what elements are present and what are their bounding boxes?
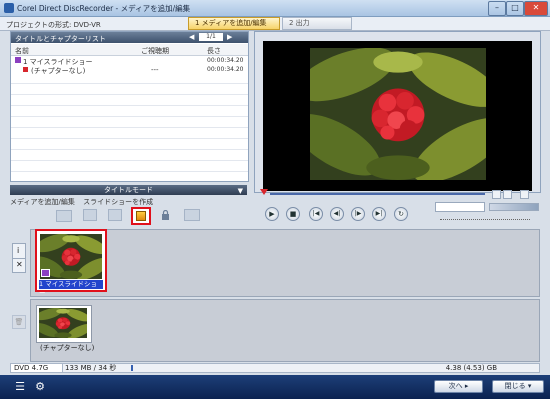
tab-output[interactable]: 2 出力 [282, 17, 352, 30]
divider [11, 160, 248, 161]
footer-bar: ☰ ⚙ 次へ ▸ 閉じる ▾ [0, 375, 550, 399]
divider [11, 127, 248, 128]
play-icon[interactable]: ▶ [265, 207, 279, 221]
disc-free: 4.38 (4.53) GB [445, 364, 497, 372]
slideshow-label: スライドショーを作成 [83, 198, 154, 206]
prev-icon[interactable]: |◀ [309, 207, 323, 221]
trash-icon[interactable]: 🗑 [12, 315, 26, 329]
add-photo-icon[interactable] [83, 209, 97, 221]
title-mode-label: タイトルモード [104, 186, 153, 194]
stop-icon[interactable]: ■ [286, 207, 300, 221]
disc-used: 133 MB / 34 秒 [65, 364, 117, 372]
settings-tool-icon[interactable] [184, 209, 200, 221]
close-label: 閉じる [504, 382, 526, 390]
lock-icon[interactable] [161, 209, 170, 220]
usage-fill [131, 365, 133, 371]
step-bar: プロジェクトの形式: DVD-VR 1 メディアを追加/編集 2 出力 [0, 17, 550, 31]
app-icon [4, 3, 14, 13]
close-app-button[interactable]: 閉じる ▾ [492, 380, 544, 393]
mark-in-button[interactable] [492, 190, 501, 199]
divider [11, 94, 248, 95]
volume-slider[interactable] [489, 203, 539, 211]
next-icon[interactable]: ▶| [372, 207, 386, 221]
settings-icon[interactable]: ⚙ [33, 380, 47, 393]
forward-icon[interactable]: |▶ [351, 207, 365, 221]
zoom-scale[interactable] [440, 214, 530, 220]
video-preview [263, 41, 532, 191]
chapter-track[interactable] [30, 299, 540, 362]
column-name: 名前 [15, 47, 29, 55]
column-chapter: ご視聴期 [141, 47, 169, 55]
delete-icon[interactable]: ✕ [16, 260, 23, 269]
slideshow-icon [15, 57, 21, 63]
chapter-icon [23, 67, 28, 72]
divider [11, 149, 248, 150]
next-button[interactable]: 次へ ▸ [434, 380, 483, 393]
list-icon[interactable]: ☰ [13, 380, 27, 393]
info-icon[interactable]: i [17, 246, 19, 255]
split-button[interactable] [520, 190, 529, 199]
disc-usage-bar: DVD 4.7G 133 MB / 34 秒 4.38 (4.53) GB [10, 363, 540, 373]
title-bar: Corel Direct DiscRecorder - メディアを追加/編集 –… [0, 0, 550, 17]
page-indicator: 1/1 [199, 33, 223, 41]
slide-caption: 1 マイスライドショー [39, 280, 103, 297]
divider [11, 116, 248, 117]
create-slideshow-icon[interactable] [108, 209, 122, 221]
title-chapter-list: タイトルとチャプターリスト ◀ 1/1 ▶ 名前 ご視聴期 長さ 1 マイスライ… [10, 31, 249, 182]
chapter-caption: (チャプターなし) [40, 344, 95, 352]
close-button[interactable]: ✕ [524, 1, 548, 16]
slideshow-thumbnail[interactable]: 1 マイスライドショー [35, 229, 107, 297]
list-header: タイトルとチャプターリスト ◀ 1/1 ▶ [11, 32, 248, 43]
row-chapter: --- [151, 66, 159, 74]
divider [11, 83, 248, 84]
tab-add-edit-media[interactable]: 1 メディアを追加/編集 [188, 17, 280, 30]
slideshow-badge-icon [41, 269, 50, 277]
divider [11, 138, 248, 139]
chapter-image [39, 308, 87, 338]
timeline-track [270, 193, 485, 195]
list-row[interactable]: (チャプターなし) --- 00:00:34.20 [11, 65, 248, 75]
list-header-label: タイトルとチャプターリスト [15, 35, 106, 43]
add-media-label: メディアを追加/編集 [10, 198, 75, 206]
timeline-marker[interactable] [260, 189, 268, 195]
disc-type-select[interactable]: DVD 4.7G [11, 364, 63, 372]
mark-out-button[interactable] [503, 190, 512, 199]
divider [11, 171, 248, 172]
repeat-icon[interactable]: ↻ [394, 207, 408, 221]
list-row[interactable]: 1 マイスライドショー 00:00:34.20 [11, 56, 248, 66]
timecode-field[interactable] [435, 202, 485, 212]
track-tools: i ✕ [12, 243, 26, 273]
preview-panel [254, 31, 541, 193]
next-page-icon[interactable]: ▶ [227, 33, 232, 41]
rewind-icon[interactable]: ◀| [330, 207, 344, 221]
prev-page-icon[interactable]: ◀ [189, 33, 194, 41]
add-video-icon[interactable] [56, 210, 72, 222]
window-title: Corel Direct DiscRecorder - メディアを追加/編集 [17, 4, 191, 13]
divider [11, 105, 248, 106]
column-length: 長さ [207, 47, 221, 55]
row-length: 00:00:34.20 [207, 66, 244, 73]
slideshow-edit-button[interactable] [131, 207, 151, 225]
folder-icon [136, 211, 146, 221]
chapter-thumbnail[interactable] [36, 305, 92, 343]
row-name: (チャプターなし) [31, 67, 86, 75]
preview-image [310, 48, 486, 180]
next-label: 次へ [448, 382, 463, 390]
project-format: プロジェクトの形式: DVD-VR [6, 21, 101, 29]
title-mode-bar[interactable]: タイトルモード ▼ [10, 185, 247, 195]
mode-labels: メディアを追加/編集 スライドショーを作成 [10, 197, 153, 207]
minimize-button[interactable]: – [488, 1, 506, 16]
row-length: 00:00:34.20 [207, 57, 244, 64]
maximize-button[interactable]: □ [506, 1, 524, 16]
divider [13, 258, 25, 259]
list-column-header: 名前 ご視聴期 長さ [11, 44, 248, 56]
chevron-down-icon[interactable]: ▼ [238, 186, 243, 196]
